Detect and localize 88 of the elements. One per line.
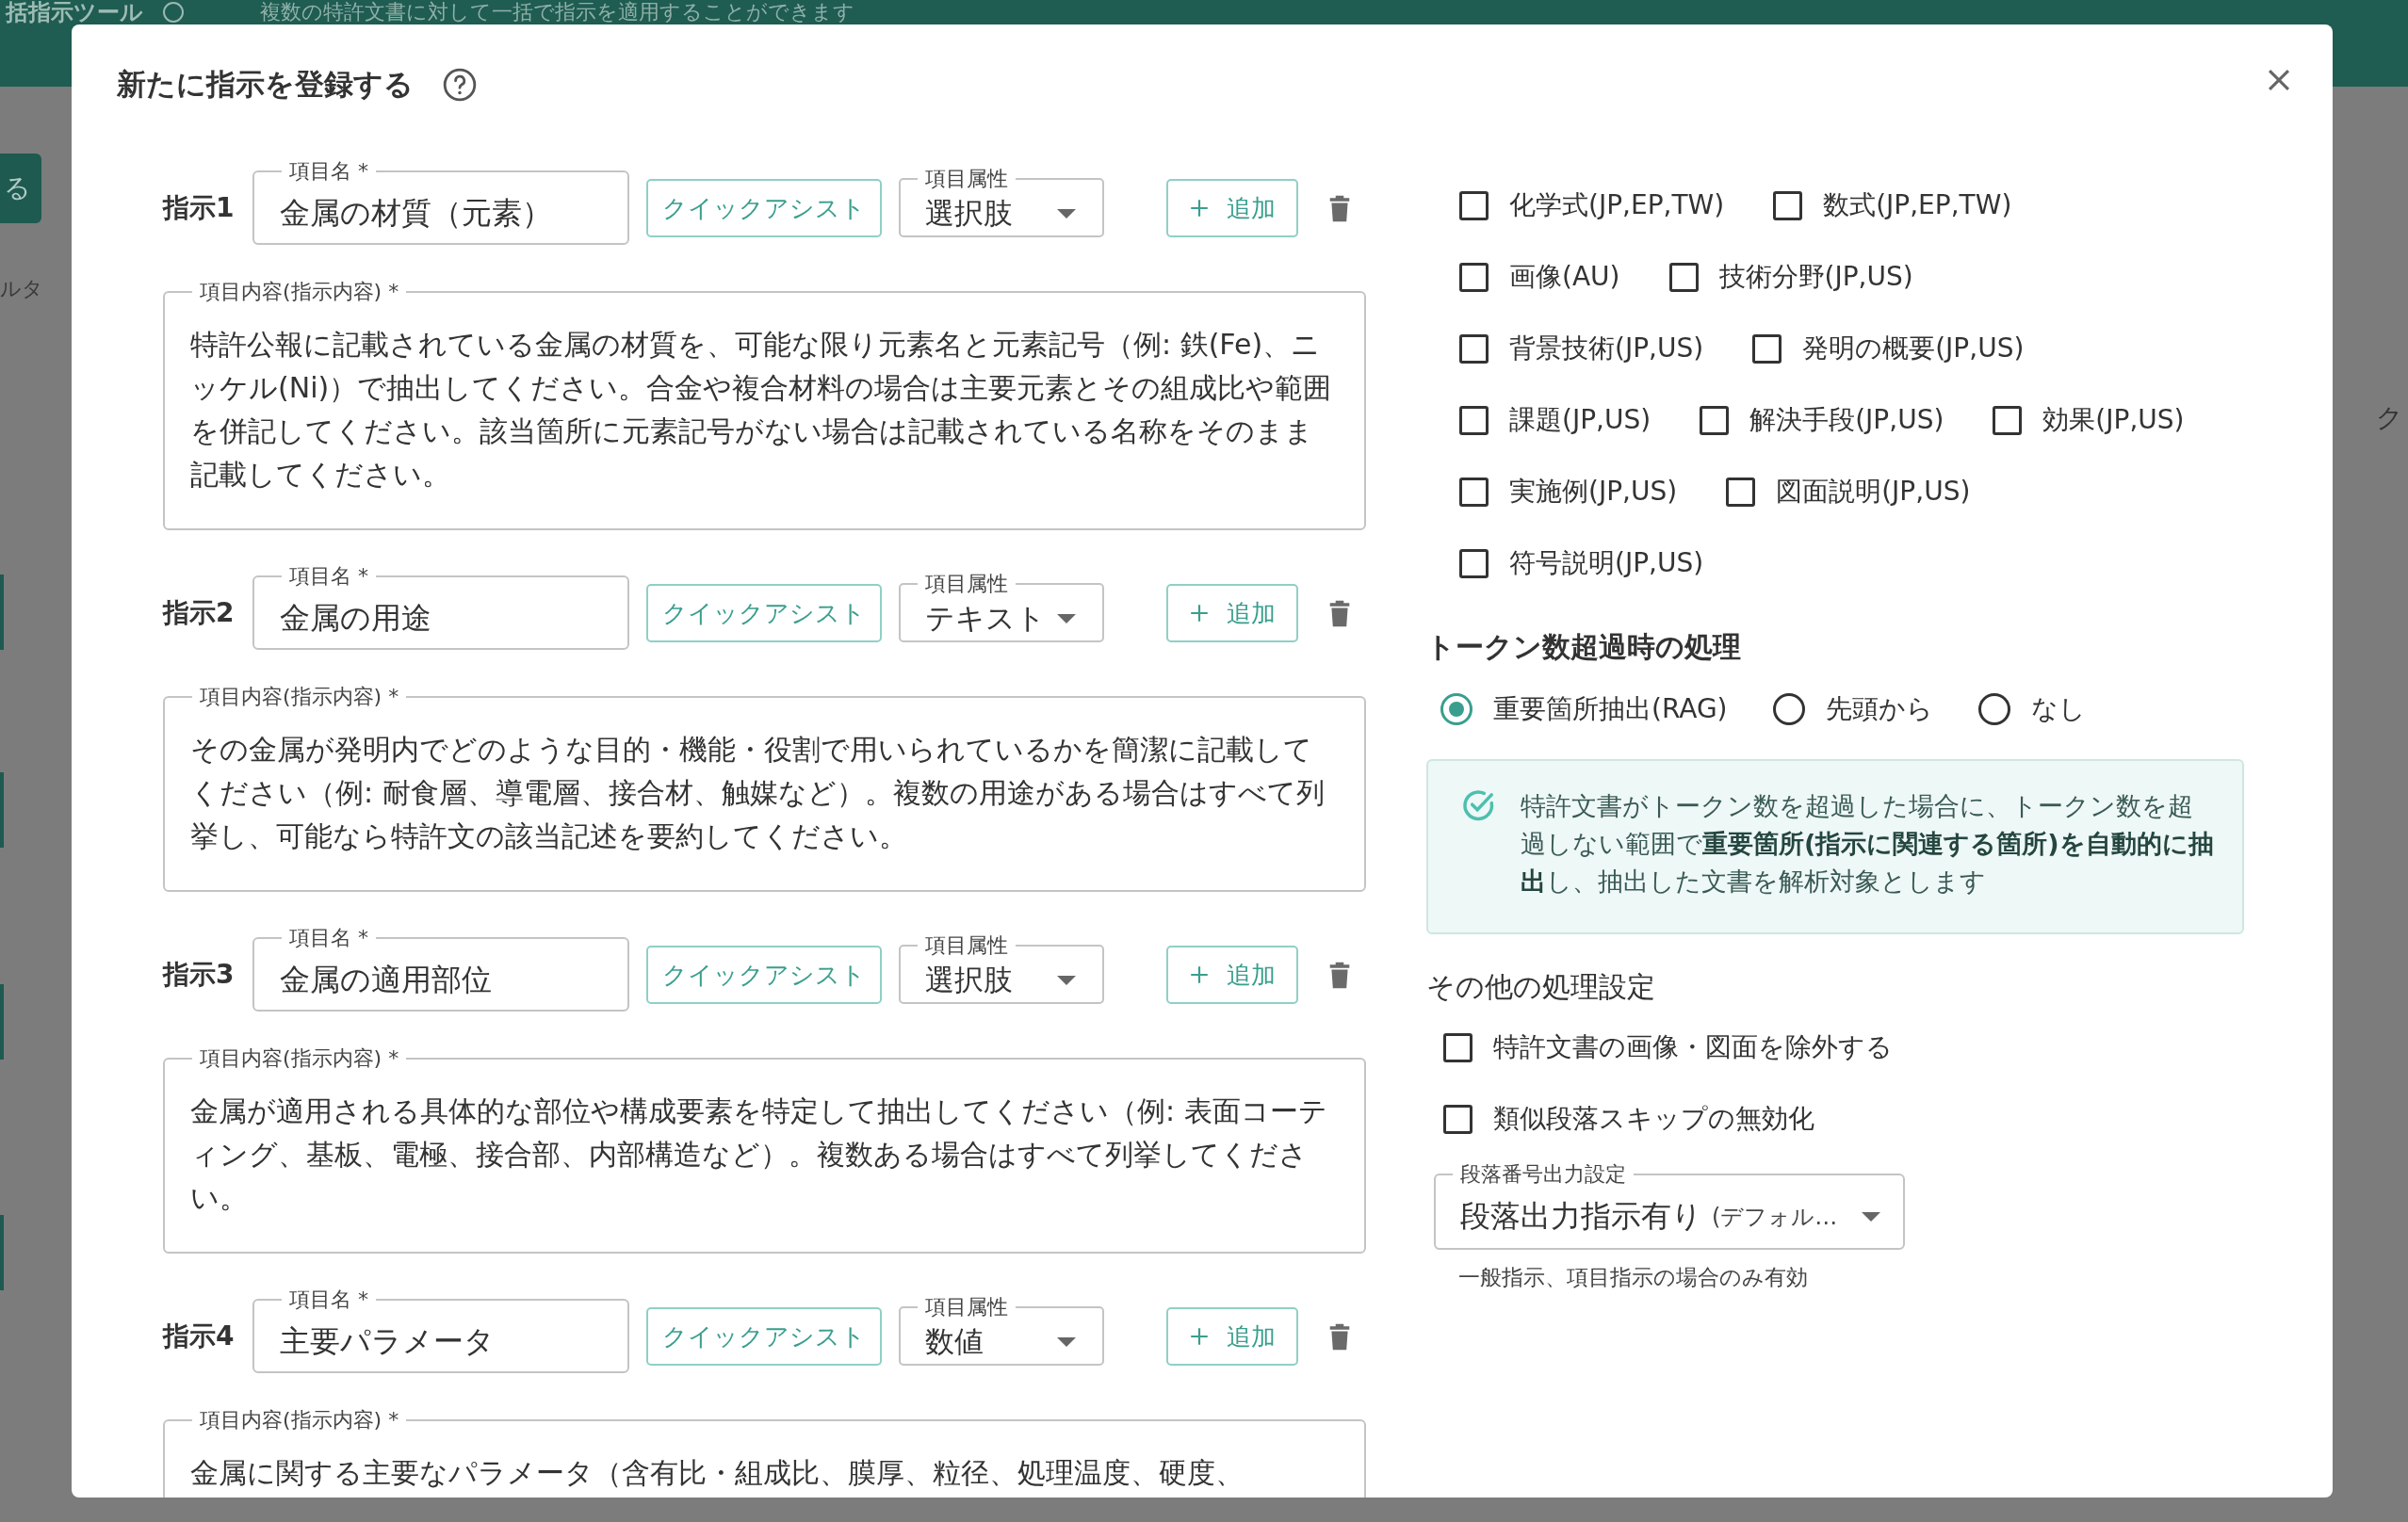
checkbox[interactable] xyxy=(1459,548,1489,578)
checkbox[interactable] xyxy=(1459,333,1489,364)
app-subtitle: 複数の特許文書に対して一括で指示を適用することができます xyxy=(260,1,854,24)
checkbox-label: 化学式(JP,EP,TW) xyxy=(1509,188,1725,222)
instruction-content-field[interactable]: 項目内容(指示内容) * 特許公報に記載されている金属の材質を、可能な限り元素名と元素記号（例: 鉄(Fe)、ニッケル(Ni)）で抽出してください。合金や複合材料の場合は主要元素とその組成比や範囲を併記してください。該当箇所に元素記号がない場合は記載されている名称をそのまま記載してください。 xyxy=(163,281,1366,530)
instruction-content-field[interactable]: 項目内容(指示内容) * 金属に関する主要なパラメータ（含有比・組成比、膜厚、粒径、処理温度、硬度、 xyxy=(163,1409,1366,1498)
radio-button[interactable] xyxy=(1772,693,1805,725)
attribute-select[interactable]: 項目属性 選択肢 xyxy=(899,168,1104,237)
filter-label: ルタ xyxy=(0,276,43,302)
checkbox[interactable] xyxy=(1459,262,1489,292)
checkbox-label: 課題(JP,US) xyxy=(1509,403,1651,437)
checkbox-label: 発明の概要(JP,US) xyxy=(1802,332,2025,365)
field-label: 項目属性 xyxy=(924,1296,1009,1319)
app-title: 括指示ツール xyxy=(6,0,143,24)
trash-icon[interactable] xyxy=(1328,1321,1351,1352)
instruction-label: 指示4 xyxy=(163,1320,236,1353)
caret-icon xyxy=(1862,1212,1880,1222)
instruction-content-field[interactable]: 項目内容(指示内容) * 金属が適用される具体的な部位や構成要素を特定して抽出してください（例: 表面コーティング、基板、電極、接合部、内部構造など）。複数ある場合はすべて列挙してください。 xyxy=(163,1047,1366,1254)
checkbox[interactable] xyxy=(1459,405,1489,435)
field-label: 項目内容(指示内容) * xyxy=(199,281,400,303)
field-label: 項目内容(指示内容) * xyxy=(199,1047,400,1070)
checkbox[interactable] xyxy=(1700,405,1730,435)
item-name-field[interactable]: 項目名 * 金属の用途 xyxy=(252,565,629,650)
checkbox[interactable] xyxy=(1752,333,1782,364)
item-name-field[interactable]: 項目名 * 金属の材質（元素） xyxy=(252,160,629,245)
checkbox[interactable] xyxy=(1459,190,1489,220)
checkbox[interactable] xyxy=(1443,1032,1472,1062)
radio-button[interactable] xyxy=(1977,693,2010,725)
attribute-select[interactable]: 項目属性 テキスト xyxy=(899,573,1104,642)
checkbox-label: 技術分野(JP,US) xyxy=(1718,260,1913,294)
check-circle-icon xyxy=(1460,787,1496,823)
radio-label: なし xyxy=(2030,692,2086,726)
plus-icon xyxy=(1189,198,1210,219)
checkbox-label: 実施例(JP,US) xyxy=(1509,475,1678,509)
checkbox[interactable] xyxy=(1459,477,1489,507)
helper-text: 一般指示、項目指示の場合のみ有効 xyxy=(1458,1264,1809,1291)
radio-label: 重要箇所抽出(RAG) xyxy=(1493,692,1728,726)
column-heading: ク xyxy=(2376,401,2403,435)
instruction-label: 指示1 xyxy=(163,191,236,225)
field-label: 項目属性 xyxy=(924,168,1009,190)
instruction-label: 指示2 xyxy=(163,596,236,630)
field-label: 項目内容(指示内容) * xyxy=(199,1409,400,1432)
radio-label: 先頭から xyxy=(1825,692,1933,726)
paragraph-number-select[interactable]: 段落番号出力設定 段落出力指示有り (デフォル… xyxy=(1434,1163,1905,1250)
caret-icon xyxy=(1057,976,1076,985)
caret-icon xyxy=(1057,209,1076,219)
checkbox[interactable] xyxy=(1443,1104,1472,1134)
field-label: 段落番号出力設定 xyxy=(1459,1163,1627,1186)
checkbox-label: 符号説明(JP,US) xyxy=(1509,546,1704,580)
section-title: トークン数超過時の処理 xyxy=(1426,629,1742,665)
checkbox-label: 特許文書の画像・図面を除外する xyxy=(1493,1030,1893,1064)
plus-icon xyxy=(1189,603,1210,623)
radio-button[interactable] xyxy=(1440,693,1472,725)
field-label: 項目名 * xyxy=(288,160,369,183)
checkbox-label: 解決手段(JP,US) xyxy=(1749,403,1944,437)
field-label: 項目名 * xyxy=(288,1288,369,1311)
checkbox-label: 図面説明(JP,US) xyxy=(1776,475,1971,509)
instruction-label: 指示3 xyxy=(163,958,236,992)
plus-icon xyxy=(1189,964,1210,985)
checkbox-label: 類似段落スキップの無効化 xyxy=(1493,1102,1814,1136)
checkbox-label: 背景技術(JP,US) xyxy=(1509,332,1704,365)
field-label: 項目名 * xyxy=(288,927,369,949)
checkbox[interactable] xyxy=(1993,405,2023,435)
checkbox-label: 効果(JP,US) xyxy=(2042,403,2185,437)
item-name-field[interactable]: 項目名 * 主要パラメータ xyxy=(252,1288,629,1373)
trash-icon[interactable] xyxy=(1328,193,1351,223)
attribute-select[interactable]: 項目属性 数値 xyxy=(899,1296,1104,1366)
trash-icon[interactable] xyxy=(1328,960,1351,990)
trash-icon[interactable] xyxy=(1328,598,1351,628)
item-name-field[interactable]: 項目名 * 金属の適用部位 xyxy=(252,927,629,1012)
plus-icon xyxy=(1189,1326,1210,1347)
checkbox[interactable] xyxy=(1773,190,1803,220)
checkbox[interactable] xyxy=(1668,262,1699,292)
checkbox[interactable] xyxy=(1726,477,1756,507)
field-label: 項目属性 xyxy=(924,573,1009,595)
attribute-select[interactable]: 項目属性 選択肢 xyxy=(899,934,1104,1004)
dialog-title: 新たに指示を登録する xyxy=(117,66,414,103)
field-label: 項目名 * xyxy=(288,565,369,588)
caret-icon xyxy=(1057,1337,1076,1347)
info-text: 特許文書がトークン数を超過した場合に、トークン数を超過しない範囲で重要箇所(指示に関連する箇所)を自動的に抽出し、抽出した文書を解析対象とします xyxy=(1521,790,2214,898)
instruction-content-field[interactable]: 項目内容(指示内容) * その金属が発明内でどのような目的・機能・役割で用いられているかを簡潔に記載してください（例: 耐食層、導電層、接合材、触媒など）。複数の用途がある場合はすべて列挙し、可能なら特許文の該当記述を要約してください。 xyxy=(163,686,1366,892)
checkbox-label: 画像(AU) xyxy=(1509,260,1620,294)
field-label: 項目属性 xyxy=(924,934,1009,957)
side-button[interactable]: る xyxy=(0,154,41,223)
caret-icon xyxy=(1057,614,1076,623)
checkbox-label: 数式(JP,EP,TW) xyxy=(1823,188,2012,222)
section-title: その他の処理設定 xyxy=(1426,969,1656,1005)
field-label: 項目内容(指示内容) * xyxy=(199,686,400,708)
